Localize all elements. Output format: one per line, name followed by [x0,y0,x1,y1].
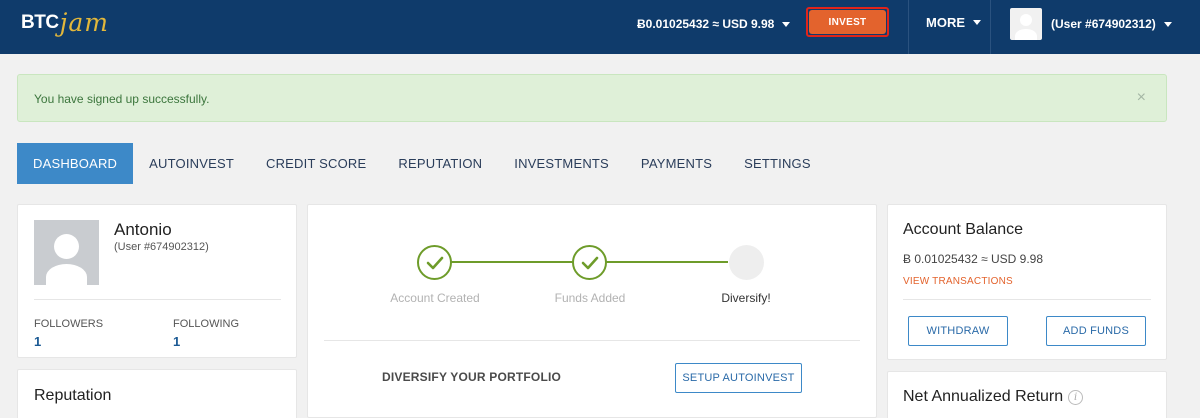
following-count[interactable]: 1 [173,334,180,349]
step-funds-added [572,245,607,280]
more-menu[interactable]: MORE [926,15,981,30]
view-transactions-link[interactable]: VIEW TRANSACTIONS [903,276,1013,287]
invest-button[interactable]: INVEST [809,10,886,34]
following-label: FOLLOWING [173,318,240,330]
tab-payments[interactable]: PAYMENTS [625,143,728,184]
nav-divider [908,0,909,54]
tab-investments[interactable]: INVESTMENTS [498,143,625,184]
more-label: MORE [926,15,965,30]
avatar-head-shape [1020,14,1032,26]
logo-jam-text: jam [59,8,109,37]
add-funds-button[interactable]: ADD FUNDS [1046,316,1146,346]
check-icon [581,256,598,269]
net-annualized-return-card: Net Annualized Return i [887,371,1167,418]
avatar [1010,8,1042,40]
top-navbar: BTC jam Ƀ0.01025432 ≈ USD 9.98 INVEST MO… [0,0,1200,54]
info-icon[interactable]: i [1068,389,1084,405]
account-balance-card: Account Balance Ƀ 0.01025432 ≈ USD 9.98 … [887,204,1167,360]
progress-line [451,261,588,263]
check-icon [426,256,443,269]
account-balance-title: Account Balance [903,221,1024,238]
avatar-body-shape [1015,29,1037,40]
avatar-head-shape [54,234,79,259]
chevron-down-icon [973,20,981,25]
tab-reputation[interactable]: REPUTATION [382,143,498,184]
diversify-portfolio-title: DIVERSIFY YOUR PORTFOLIO [382,370,562,384]
success-alert: You have signed up successfully. × [17,74,1167,122]
followers-label: FOLLOWERS [34,318,104,330]
balance-text: Ƀ0.01025432 ≈ USD 9.98 [637,17,775,31]
nav-divider [990,0,991,54]
user-label: (User #674902312) [1051,17,1156,31]
divider [903,299,1151,300]
setup-autoinvest-button[interactable]: SETUP AUTOINVEST [675,363,802,393]
net-annualized-return-title: Net Annualized Return [903,388,1064,405]
net-annualized-return-title-row: Net Annualized Return i [903,388,1084,406]
tab-credit-score[interactable]: CREDIT SCORE [250,143,382,184]
user-menu[interactable]: (User #674902312) [1010,8,1172,40]
step-label-funds-added: Funds Added [554,291,626,305]
chevron-down-icon [782,21,791,27]
tab-autoinvest[interactable]: AUTOINVEST [133,143,250,184]
profile-name: Antonio [114,220,172,239]
divider [34,299,281,300]
step-label-account-created: Account Created [390,291,480,305]
btcjam-logo[interactable]: BTC jam [21,8,109,42]
close-icon[interactable]: × [1137,89,1146,107]
reputation-card: Reputation [17,369,297,418]
balance-dropdown[interactable]: Ƀ0.01025432 ≈ USD 9.98 [637,15,791,33]
alert-message: You have signed up successfully. [34,92,210,106]
avatar[interactable] [34,220,99,285]
profile-card: Antonio (User #674902312) FOLLOWERS 1 FO… [17,204,297,358]
progress-line [606,261,728,263]
logo-btc-text: BTC [21,12,59,33]
onboarding-progress-card: Account Created Funds Added Diversify! D… [307,204,877,418]
account-balance-value: Ƀ 0.01025432 ≈ USD 9.98 [903,252,1044,266]
step-label-diversify: Diversify! [721,291,771,305]
step-diversify [729,245,764,280]
step-account-created [417,245,452,280]
tab-settings[interactable]: SETTINGS [728,143,827,184]
withdraw-button[interactable]: WITHDRAW [908,316,1008,346]
followers-count[interactable]: 1 [34,334,41,349]
reputation-title: Reputation [34,387,112,404]
chevron-down-icon [1163,21,1172,27]
avatar-body-shape [46,264,87,285]
profile-user-id: (User #674902312) [114,241,209,253]
dashboard-tabs: DASHBOARD AUTOINVEST CREDIT SCORE REPUTA… [17,143,827,184]
tab-dashboard[interactable]: DASHBOARD [17,143,134,184]
divider [324,340,860,341]
